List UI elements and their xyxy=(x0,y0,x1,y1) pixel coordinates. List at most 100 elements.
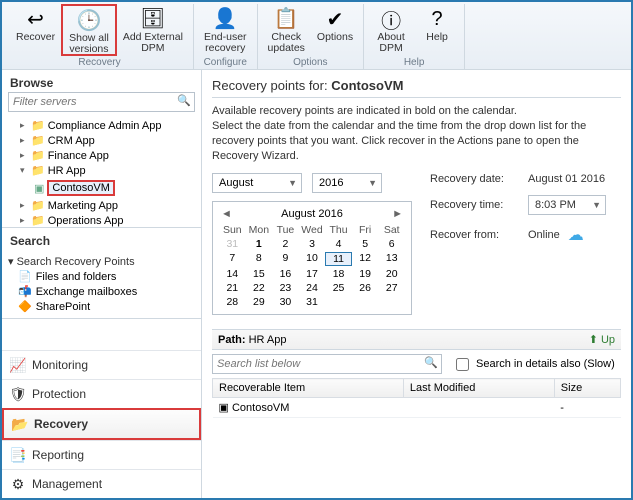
up-button[interactable]: ⬆ Up xyxy=(589,333,615,346)
tree-item[interactable]: ▸📁 Marketing App xyxy=(20,198,197,213)
calendar-day[interactable]: 11 xyxy=(325,252,352,266)
up-arrow-icon: ⬆ xyxy=(589,333,598,346)
vm-icon: ▣ xyxy=(219,402,229,414)
nav-protection[interactable]: 🛡Protection xyxy=(2,379,201,408)
ribbon-icon: 🕒 xyxy=(76,8,102,33)
ribbon-icon: ↩ xyxy=(23,6,49,32)
calendar-day[interactable]: 16 xyxy=(272,268,299,280)
nav-monitoring[interactable]: 📈Monitoring xyxy=(2,350,201,379)
search-list-input[interactable] xyxy=(212,354,442,374)
nav-management[interactable]: ⚙Management xyxy=(2,469,201,498)
search-group[interactable]: ▾ Search Recovery Points xyxy=(8,254,195,269)
nav-icon: 📑 xyxy=(10,447,26,463)
recovery-title: Recovery points for: ContosoVM xyxy=(212,78,621,98)
table-row[interactable]: ▣ ContosoVM- xyxy=(213,398,621,418)
ribbon-about-dpm-button[interactable]: ⓘAboutDPM xyxy=(368,4,414,56)
calendar-day[interactable]: 15 xyxy=(246,268,273,280)
tree-item[interactable]: ▾📁 HR App xyxy=(20,163,197,178)
search-icon[interactable]: 🔍 xyxy=(177,94,191,107)
calendar-day[interactable]: 31 xyxy=(219,238,246,250)
column-header[interactable]: Size xyxy=(554,379,620,398)
recovery-date-value: August 01 2016 xyxy=(528,173,605,185)
tree-item[interactable]: ▸📁 Operations App xyxy=(20,213,197,228)
results-table: Recoverable ItemLast ModifiedSize ▣ Cont… xyxy=(212,378,621,418)
recovery-time-dropdown[interactable]: 8:03 PM▼ xyxy=(528,195,606,215)
ribbon-toolbar: ↩Recover🕒Show allversions🗄Add ExternalDP… xyxy=(2,2,631,70)
search-option[interactable]: 📬Exchange mailboxes xyxy=(8,284,195,299)
ribbon-help-button[interactable]: ?Help xyxy=(414,4,460,56)
calendar-day[interactable]: 3 xyxy=(299,238,326,250)
calendar-day[interactable]: 14 xyxy=(219,268,246,280)
nav-icon: 🛡 xyxy=(10,386,26,402)
browse-title: Browse xyxy=(2,70,201,92)
calendar-day[interactable]: 8 xyxy=(246,252,273,266)
calendar-day[interactable]: 24 xyxy=(299,282,326,294)
search-title: Search xyxy=(2,228,201,250)
nav-reporting[interactable]: 📑Reporting xyxy=(2,440,201,469)
ribbon-recover-button[interactable]: ↩Recover xyxy=(10,4,61,56)
calendar-day[interactable]: 21 xyxy=(219,282,246,294)
search-option-icon: 📄 xyxy=(18,270,32,283)
ribbon-icon: ⓘ xyxy=(378,6,404,32)
nav-icon: 📂 xyxy=(12,416,28,432)
ribbon-icon: ✔ xyxy=(322,6,348,32)
calendar-day[interactable]: 20 xyxy=(378,268,405,280)
calendar-day[interactable]: 22 xyxy=(246,282,273,294)
search-option[interactable]: 🔶SharePoint xyxy=(8,299,195,314)
calendar-day[interactable]: 29 xyxy=(246,296,273,308)
calendar-day[interactable]: 19 xyxy=(352,268,379,280)
calendar-day[interactable]: 13 xyxy=(378,252,405,266)
ribbon-icon: 📋 xyxy=(273,6,299,32)
search-icon[interactable]: 🔍 xyxy=(424,356,438,369)
search-option-icon: 📬 xyxy=(18,285,32,298)
calendar: ◄ August 2016 ► SunMonTueWedThuFriSat311… xyxy=(212,201,412,315)
cal-title: August 2016 xyxy=(281,208,343,220)
calendar-day[interactable]: 23 xyxy=(272,282,299,294)
ribbon-icon: 👤 xyxy=(212,6,238,32)
nav-recovery[interactable]: 📂Recovery xyxy=(2,408,201,440)
calendar-day[interactable]: 28 xyxy=(219,296,246,308)
calendar-day[interactable]: 18 xyxy=(325,268,352,280)
calendar-day[interactable]: 25 xyxy=(325,282,352,294)
calendar-day[interactable]: 27 xyxy=(378,282,405,294)
cal-prev[interactable]: ◄ xyxy=(221,208,232,220)
calendar-day[interactable]: 4 xyxy=(325,238,352,250)
calendar-day[interactable]: 2 xyxy=(272,238,299,250)
calendar-day[interactable]: 12 xyxy=(352,252,379,266)
year-dropdown[interactable]: 2016▼ xyxy=(312,173,382,193)
path-label: Path: xyxy=(218,334,246,346)
month-dropdown[interactable]: August▼ xyxy=(212,173,302,193)
tree-item[interactable]: ▸📁 Compliance Admin App xyxy=(20,118,197,133)
calendar-day[interactable]: 5 xyxy=(352,238,379,250)
calendar-day[interactable]: 10 xyxy=(299,252,326,266)
tree-item[interactable]: ▣ ContosoVM xyxy=(34,179,197,197)
calendar-day[interactable]: 9 xyxy=(272,252,299,266)
calendar-day[interactable]: 6 xyxy=(378,238,405,250)
recover-from-label: Recover from: xyxy=(430,229,520,241)
nav-list: 📈Monitoring🛡Protection📂Recovery📑Reportin… xyxy=(2,350,201,498)
ribbon-options-button[interactable]: ✔Options xyxy=(311,4,359,56)
column-header[interactable]: Last Modified xyxy=(403,379,554,398)
search-option-icon: 🔶 xyxy=(18,300,32,313)
folder-icon: 📁 xyxy=(31,119,45,132)
calendar-day[interactable]: 7 xyxy=(219,252,246,266)
filter-servers-input[interactable] xyxy=(8,92,195,112)
search-option[interactable]: 📄Files and folders xyxy=(8,269,195,284)
recovery-desc: Available recovery points are indicated … xyxy=(212,104,621,163)
calendar-day[interactable]: 26 xyxy=(352,282,379,294)
ribbon-show-all-versions-button[interactable]: 🕒Show allversions xyxy=(61,4,117,56)
cal-next[interactable]: ► xyxy=(392,208,403,220)
column-header[interactable]: Recoverable Item xyxy=(213,379,404,398)
ribbon-add-external-dpm-button[interactable]: 🗄Add ExternalDPM xyxy=(117,4,189,56)
ribbon-check-updates-button[interactable]: 📋Checkupdates xyxy=(262,4,311,56)
ribbon-end-user-recovery-button[interactable]: 👤End-userrecovery xyxy=(198,4,253,56)
recover-from-value: Online xyxy=(528,229,560,241)
search-details-checkbox[interactable]: Search in details also (Slow) xyxy=(452,355,615,374)
calendar-day[interactable]: 31 xyxy=(299,296,326,308)
calendar-day[interactable]: 17 xyxy=(299,268,326,280)
calendar-day[interactable]: 30 xyxy=(272,296,299,308)
tree-item[interactable]: ▸📁 CRM App xyxy=(20,133,197,148)
tree-item[interactable]: ▸📁 Finance App xyxy=(20,148,197,163)
folder-icon: 📁 xyxy=(31,134,45,147)
calendar-day[interactable]: 1 xyxy=(246,238,273,250)
